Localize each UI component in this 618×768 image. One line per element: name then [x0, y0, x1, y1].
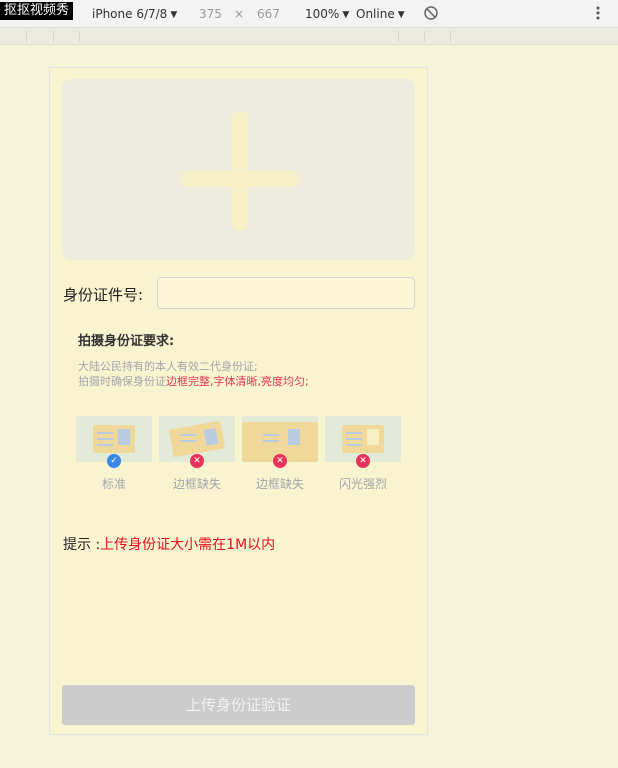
- requirement-highlight: 边框完整: [166, 375, 210, 388]
- requirement-highlight: 亮度均匀: [261, 375, 305, 388]
- width-input[interactable]: 375: [199, 7, 222, 21]
- sample-standard: ✓ 标准: [76, 416, 152, 492]
- close-icon: ✕: [356, 454, 370, 468]
- upload-tip: 提示 :上传身份证大小需在1M以内: [63, 534, 275, 554]
- network-label: Online: [356, 7, 395, 21]
- sample-border-missing-2: ✕ 边框缺失: [242, 416, 318, 492]
- tip-text: 上传身份证大小需在1M以内: [100, 537, 276, 553]
- close-icon: ✕: [190, 454, 204, 468]
- sample-caption: 边框缺失: [172, 477, 221, 491]
- height-input[interactable]: 667: [257, 7, 280, 21]
- upload-verify-button[interactable]: 上传身份证验证: [62, 685, 415, 725]
- sample-caption: 边框缺失: [255, 477, 304, 491]
- rotate-disabled-icon[interactable]: [423, 5, 439, 24]
- requirement-highlight: 字体清晰: [213, 375, 258, 388]
- id-number-label: 身份证件号:: [63, 286, 144, 304]
- media-query-ruler: [0, 28, 618, 45]
- requirement-prefix: 拍摄时确保身份证: [78, 375, 166, 388]
- network-select[interactable]: Online ▼: [356, 7, 405, 22]
- devtools-toolbar: 抠抠视频秀 iPhone 6/7/8 ▼ 375 × 667 100% ▼ Onli…: [0, 0, 618, 28]
- sample-border-missing-1: ✕ 边框缺失: [159, 416, 235, 492]
- device-select[interactable]: iPhone 6/7/8 ▼: [92, 7, 177, 22]
- id-photo-upload-area[interactable]: [62, 79, 415, 260]
- close-icon: ✕: [273, 454, 287, 468]
- mobile-viewport: 身份证件号: 拍摄身份证要求: 大陆公民持有的本人有效二代身份证; 拍摄时确保身…: [49, 67, 428, 735]
- sample-caption: 闪光强烈: [338, 477, 387, 491]
- requirements-title: 拍摄身份证要求:: [78, 334, 175, 349]
- check-icon: ✓: [107, 454, 121, 468]
- requirement-line-1: 大陆公民持有的本人有效二代身份证;: [78, 360, 258, 373]
- tip-prefix: 提示 :: [63, 537, 101, 553]
- requirement-end: ;: [305, 375, 309, 388]
- sample-strong-flash: ✕ 闪光强烈: [325, 416, 401, 492]
- chevron-down-icon: ▼: [397, 10, 405, 20]
- chevron-down-icon: ▼: [342, 10, 350, 20]
- brand-label: 抠抠视频秀: [0, 2, 74, 20]
- id-number-input[interactable]: [157, 277, 415, 309]
- zoom-select[interactable]: 100% ▼: [305, 7, 349, 22]
- more-vertical-icon[interactable]: [594, 5, 602, 24]
- times-label: ×: [234, 7, 245, 21]
- sample-caption: 标准: [101, 477, 126, 491]
- plus-icon-vertical: [232, 111, 248, 231]
- device-label: iPhone 6/7/8: [92, 7, 168, 21]
- requirement-line-2: 拍摄时确保身份证边框完整,字体清晰,亮度均匀;: [78, 373, 309, 389]
- zoom-label: 100%: [305, 7, 340, 21]
- chevron-down-icon: ▼: [170, 10, 178, 20]
